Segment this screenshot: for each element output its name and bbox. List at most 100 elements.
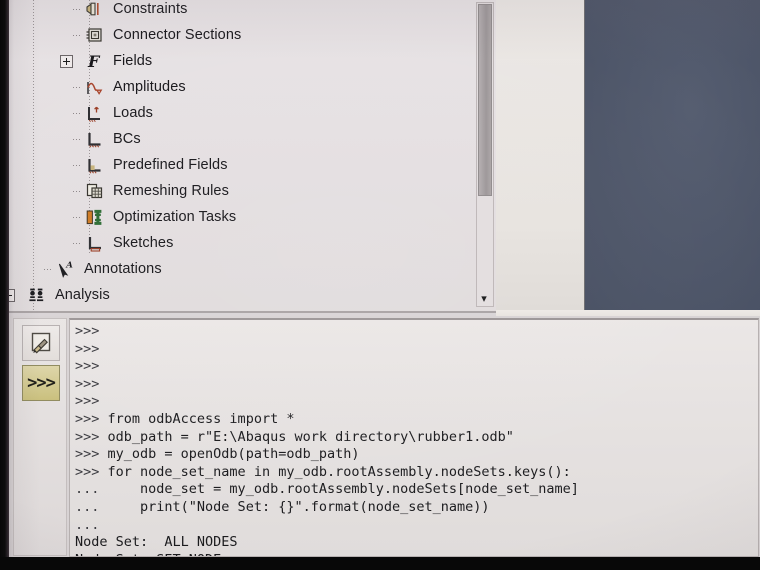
screen-surface: Constraints Connector Sections F Fields … <box>0 0 760 557</box>
tree-item-sketches[interactable]: Sketches <box>73 230 174 256</box>
console-lines: >>> >>> >>> >>> >>> >>> from odbAccess import… <box>75 323 758 556</box>
message-area-icon <box>31 332 51 354</box>
console-prompt: ... <box>75 498 100 515</box>
console-text: print("Node Set: {}".format(node_set_nam… <box>99 498 490 515</box>
tree-item-label: Predefined Fields <box>113 157 228 173</box>
tree-item-analysis[interactable]: Analysis <box>9 282 110 308</box>
console-prompt: ... <box>75 516 100 533</box>
console-line: >>> odb_path = r"E:\Abaqus work director… <box>75 429 758 447</box>
tree-connector-tick <box>73 191 81 192</box>
console-prompt: >>> <box>75 375 100 392</box>
console-line: >>> <box>75 323 758 341</box>
console-text: for node_set_name in my_odb.rootAssembly… <box>99 463 571 480</box>
bcs-icon <box>85 130 104 149</box>
tree-item-label: BCs <box>113 131 141 147</box>
console-prompt: >>> <box>75 323 100 339</box>
tree-connector-tick <box>73 217 81 218</box>
svg-text:A: A <box>65 260 73 270</box>
scrollbar-thumb[interactable] <box>478 4 492 196</box>
tree-item-label: Amplitudes <box>113 79 186 95</box>
model-tree-inner: Constraints Connector Sections F Fields … <box>9 0 496 311</box>
tree-connector-tick <box>73 9 81 10</box>
console-line: ... node_set = my_odb.rootAssembly.nodeS… <box>75 481 758 499</box>
constraints-icon <box>85 0 104 19</box>
tree-item-constraints[interactable]: Constraints <box>73 0 188 22</box>
python-console-output[interactable]: >>> >>> >>> >>> >>> >>> from odbAccess import… <box>69 318 759 557</box>
python-console-chevrons-icon: >>> <box>27 373 56 393</box>
3d-viewport[interactable] <box>584 0 760 310</box>
tree-item-label: Annotations <box>84 261 162 277</box>
console-prompt: >>> <box>75 340 100 357</box>
tree-connector-tick <box>73 243 81 244</box>
sketches-icon <box>85 234 104 253</box>
tree-item-optimization-tasks[interactable]: Optimization Tasks <box>73 204 237 230</box>
console-prompt: >>> <box>75 463 100 480</box>
console-text: from odbAccess import * <box>99 410 295 427</box>
tree-item-label: Sketches <box>113 235 174 251</box>
console-panel: >>> >>> >>> >>> >>> >>> >>> from odbAccess im… <box>9 316 760 557</box>
tree-connector-tick <box>73 87 81 88</box>
model-tree-panel[interactable]: Constraints Connector Sections F Fields … <box>9 0 498 313</box>
tree-item-fields[interactable]: F Fields <box>60 48 153 74</box>
predefined-fields-icon <box>85 156 104 175</box>
tree-connector-tick <box>73 113 81 114</box>
tree-connector-tick <box>73 139 81 140</box>
tree-item-connector-sections[interactable]: Connector Sections <box>73 22 242 48</box>
tree-item-label: Remeshing Rules <box>113 183 229 199</box>
tree-item-amplitudes[interactable]: Amplitudes <box>73 74 186 100</box>
remeshing-rules-icon <box>85 182 104 201</box>
console-line: >>> <box>75 341 758 359</box>
annotations-icon: A <box>56 260 75 279</box>
optimization-tasks-icon <box>85 208 104 227</box>
console-line: >>> for node_set_name in my_odb.rootAsse… <box>75 464 758 482</box>
tree-guide-line-root <box>33 0 34 311</box>
console-prompt: >>> <box>75 393 100 410</box>
svg-text:F: F <box>87 52 101 71</box>
scrollbar-down-arrow-icon[interactable]: ▾ <box>477 290 491 306</box>
console-prompt: >>> <box>75 446 100 463</box>
tree-item-remeshing-rules[interactable]: Remeshing Rules <box>73 178 229 204</box>
console-prompt: ... <box>75 481 100 498</box>
tree-item-bcs[interactable]: BCs <box>73 126 141 152</box>
loads-icon <box>85 104 104 123</box>
console-line: Node Set: ALL NODES <box>75 534 758 552</box>
console-toolbar: >>> <box>13 318 67 556</box>
console-text: node_set = my_odb.rootAssembly.nodeSets[… <box>99 481 579 498</box>
console-prompt: >>> <box>75 428 100 445</box>
connector-sections-icon <box>85 26 104 45</box>
fields-icon: F <box>85 52 104 71</box>
amplitudes-icon <box>85 78 104 97</box>
tree-item-predefined-fields[interactable]: Predefined Fields <box>73 152 228 178</box>
abaqus-cae-window: Constraints Connector Sections F Fields … <box>0 0 760 570</box>
message-area-button[interactable] <box>22 325 60 361</box>
analysis-icon <box>27 286 46 305</box>
console-prompt: >>> <box>75 410 100 427</box>
console-line: >>> <box>75 376 758 394</box>
console-line: >>> <box>75 358 758 376</box>
console-text: odb_path = r"E:\Abaqus work directory\ru… <box>99 428 514 445</box>
expand-plus-icon[interactable] <box>60 55 73 68</box>
console-line: >>> from odbAccess import * <box>75 411 758 429</box>
tree-item-label: Loads <box>113 105 154 121</box>
tree-item-loads[interactable]: Loads <box>73 100 154 126</box>
tree-item-label: Fields <box>113 53 153 69</box>
tree-connector-tick <box>44 269 52 270</box>
tree-item-label: Analysis <box>55 287 110 303</box>
console-line: ... print("Node Set: {}".format(node_set… <box>75 499 758 517</box>
console-text: Node Set: ALL NODES <box>75 534 238 551</box>
viewport-gutter <box>496 0 584 322</box>
python-console-button[interactable]: >>> <box>22 365 60 401</box>
console-line: >>> <box>75 393 758 411</box>
console-prompt: >>> <box>75 358 100 375</box>
console-text: my_odb = openOdb(path=odb_path) <box>99 446 360 463</box>
tree-connector-tick <box>73 165 81 166</box>
tree-item-label: Connector Sections <box>113 27 242 43</box>
collapse-minus-icon[interactable] <box>9 289 15 302</box>
model-tree-scrollbar[interactable]: ▾ <box>476 2 494 307</box>
screen-left-bezel <box>0 0 9 557</box>
tree-item-label: Constraints <box>113 1 188 17</box>
console-line: >>> my_odb = openOdb(path=odb_path) <box>75 446 758 464</box>
tree-item-label: Optimization Tasks <box>113 209 237 225</box>
tree-item-annotations[interactable]: A Annotations <box>44 256 162 282</box>
console-line: ... <box>75 517 758 535</box>
